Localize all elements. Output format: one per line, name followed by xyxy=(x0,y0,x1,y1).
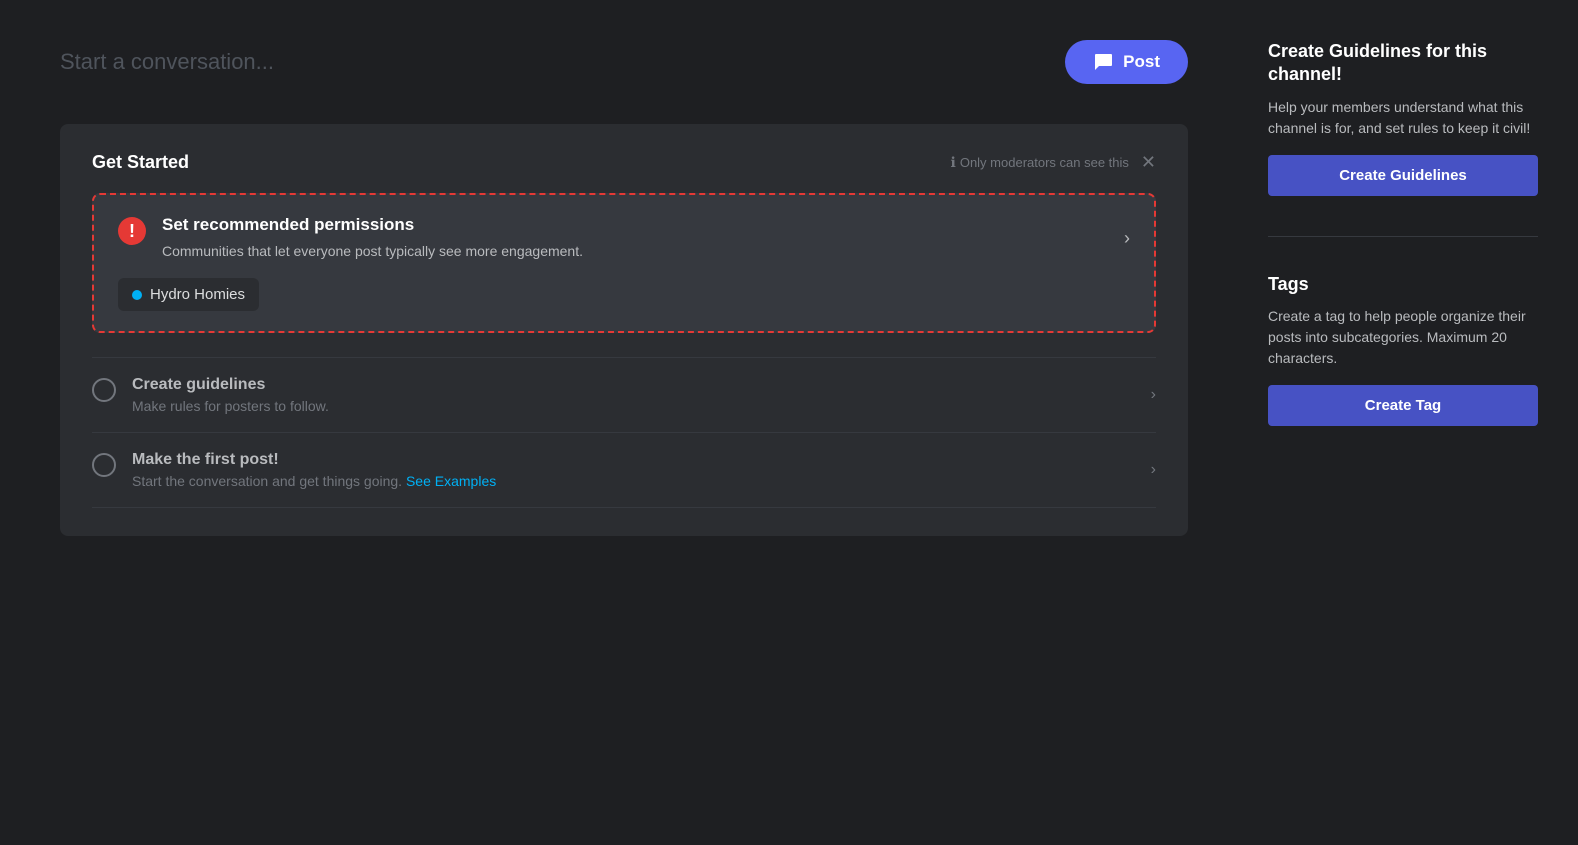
create-guidelines-item[interactable]: Create guidelines Make rules for posters… xyxy=(92,357,1156,432)
tags-widget-title: Tags xyxy=(1268,273,1538,296)
tag-badge: Hydro Homies xyxy=(118,278,259,311)
guidelines-widget-desc: Help your members understand what this c… xyxy=(1268,97,1538,139)
tag-label: Hydro Homies xyxy=(150,286,245,303)
conversation-placeholder: Start a conversation... xyxy=(60,49,274,75)
circle-check-guidelines xyxy=(92,378,116,402)
post-button[interactable]: Post xyxy=(1065,40,1188,84)
see-examples-link[interactable]: See Examples xyxy=(406,473,496,489)
create-guidelines-button[interactable]: Create Guidelines xyxy=(1268,155,1538,196)
moderator-note: Only moderators can see this xyxy=(960,155,1129,170)
close-icon: ✕ xyxy=(1141,152,1156,172)
chevron-right-guidelines-icon: › xyxy=(1151,386,1156,404)
tag-dot xyxy=(132,290,142,300)
first-post-desc: Start the conversation and get things go… xyxy=(132,473,1135,489)
conversation-bar: Start a conversation... Post xyxy=(60,40,1188,84)
first-post-item[interactable]: Make the first post! Start the conversat… xyxy=(92,432,1156,508)
tags-widget: Tags Create a tag to help people organiz… xyxy=(1268,273,1538,426)
first-post-content: Make the first post! Start the conversat… xyxy=(132,451,1135,489)
guidelines-widget: Create Guidelines for this channel! Help… xyxy=(1268,40,1538,196)
first-post-title: Make the first post! xyxy=(132,451,1135,469)
permissions-card[interactable]: ! Set recommended permissions Communitie… xyxy=(92,193,1156,333)
get-started-section: Get Started ℹ Only moderators can see th… xyxy=(60,124,1188,536)
guidelines-desc: Make rules for posters to follow. xyxy=(132,398,1135,414)
divider xyxy=(1268,236,1538,237)
permissions-card-title: Set recommended permissions xyxy=(162,215,583,235)
guidelines-content: Create guidelines Make rules for posters… xyxy=(132,376,1135,414)
tags-widget-desc: Create a tag to help people organize the… xyxy=(1268,306,1538,369)
permissions-card-text: Set recommended permissions Communities … xyxy=(162,215,583,262)
permissions-card-desc: Communities that let everyone post typic… xyxy=(162,241,583,262)
get-started-title: Get Started xyxy=(92,152,189,173)
alert-icon: ! xyxy=(118,217,146,245)
circle-check-post xyxy=(92,453,116,477)
chat-bubble-icon xyxy=(1093,52,1113,72)
chevron-right-post-icon: › xyxy=(1151,461,1156,479)
svg-text:!: ! xyxy=(129,221,135,241)
right-panel: Create Guidelines for this channel! Help… xyxy=(1238,0,1578,845)
guidelines-widget-title: Create Guidelines for this channel! xyxy=(1268,40,1538,87)
info-icon: ℹ xyxy=(951,154,956,171)
get-started-header: Get Started ℹ Only moderators can see th… xyxy=(92,152,1156,173)
create-tag-button[interactable]: Create Tag xyxy=(1268,385,1538,426)
close-button[interactable]: ✕ xyxy=(1133,152,1156,173)
chevron-right-icon: › xyxy=(1124,228,1130,249)
guidelines-title: Create guidelines xyxy=(132,376,1135,394)
